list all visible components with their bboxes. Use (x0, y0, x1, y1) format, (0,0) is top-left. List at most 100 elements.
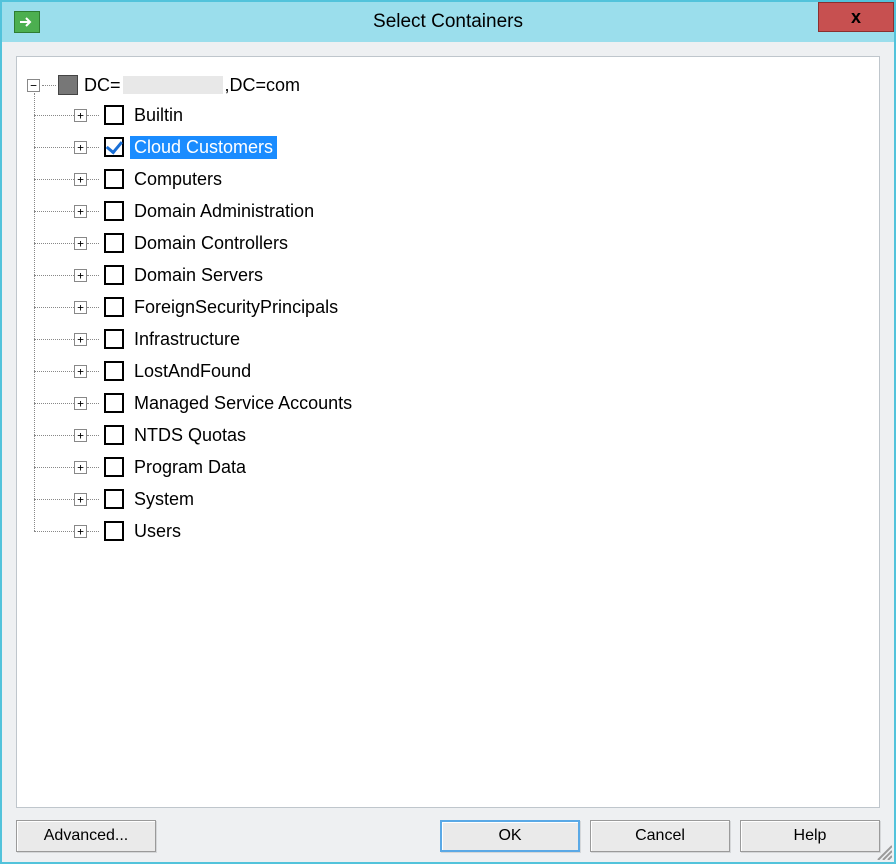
tree-connector (87, 115, 99, 116)
tree-item[interactable]: + Domain Administration (34, 195, 869, 227)
tree-root: − DC= ,DC=com + Builtin + Cloud Customers + C… (27, 71, 869, 547)
tree-item[interactable]: + Users (34, 515, 869, 547)
tree-item[interactable]: + NTDS Quotas (34, 419, 869, 451)
dialog-window: Select Containers x − DC= ,DC=com + Built… (0, 0, 896, 864)
tree-checkbox[interactable] (104, 265, 124, 285)
tree-item[interactable]: + ForeignSecurityPrincipals (34, 291, 869, 323)
tree-item-label[interactable]: Domain Controllers (130, 232, 292, 255)
tree-item-label[interactable]: System (130, 488, 198, 511)
expand-toggle[interactable]: + (74, 205, 87, 218)
tree-connector (87, 403, 99, 404)
tree-panel[interactable]: − DC= ,DC=com + Builtin + Cloud Customers + C… (16, 56, 880, 808)
tree-item-label[interactable]: Domain Administration (130, 200, 318, 223)
tree-item[interactable]: + Computers (34, 163, 869, 195)
tree-checkbox[interactable] (104, 393, 124, 413)
ok-button[interactable]: OK (440, 820, 580, 852)
tree-branch: + (34, 515, 80, 547)
tree-item[interactable]: + System (34, 483, 869, 515)
tree-branch: + (34, 163, 80, 195)
expand-toggle[interactable]: + (74, 525, 87, 538)
expand-toggle[interactable]: + (74, 173, 87, 186)
tree-item-label[interactable]: Computers (130, 168, 226, 191)
tree-connector (87, 339, 99, 340)
tree-item[interactable]: + Program Data (34, 451, 869, 483)
expand-toggle[interactable]: + (74, 141, 87, 154)
tree-branch: + (34, 259, 80, 291)
tree-item[interactable]: + Domain Controllers (34, 227, 869, 259)
tree-checkbox[interactable] (104, 457, 124, 477)
tree-connector (87, 531, 99, 532)
resize-grip[interactable] (874, 842, 892, 860)
tree-branch: + (34, 483, 80, 515)
tree-item-label[interactable]: Builtin (130, 104, 187, 127)
tree-checkbox[interactable] (104, 137, 124, 157)
expand-toggle[interactable]: + (74, 333, 87, 346)
tree-item-label[interactable]: Users (130, 520, 185, 543)
tree-connector (87, 371, 99, 372)
button-row: Advanced... OK Cancel Help (16, 808, 880, 852)
tree-children: + Builtin + Cloud Customers + Computers + Domai… (34, 99, 869, 547)
tree-checkbox[interactable] (104, 329, 124, 349)
tree-connector (87, 307, 99, 308)
root-label-suffix: ,DC=com (225, 75, 301, 96)
tree-item-label[interactable]: LostAndFound (130, 360, 255, 383)
tree-item[interactable]: + Managed Service Accounts (34, 387, 869, 419)
expand-toggle[interactable]: + (74, 301, 87, 314)
tree-item-label[interactable]: Managed Service Accounts (130, 392, 356, 415)
tree-item-label[interactable]: Domain Servers (130, 264, 267, 287)
tree-connector (87, 275, 99, 276)
tree-branch: + (34, 387, 80, 419)
tree-checkbox[interactable] (104, 425, 124, 445)
tree-checkbox[interactable] (104, 297, 124, 317)
root-label[interactable]: DC= ,DC=com (84, 75, 300, 96)
cancel-button[interactable]: Cancel (590, 820, 730, 852)
expand-toggle[interactable]: + (74, 461, 87, 474)
tree-item-label[interactable]: Cloud Customers (130, 136, 277, 159)
tree-item-label[interactable]: Infrastructure (130, 328, 244, 351)
tree-checkbox[interactable] (104, 489, 124, 509)
tree-branch: + (34, 195, 80, 227)
tree-branch: + (34, 355, 80, 387)
help-button[interactable]: Help (740, 820, 880, 852)
tree-connector (87, 499, 99, 500)
tree-checkbox[interactable] (104, 201, 124, 221)
expand-toggle[interactable]: + (74, 493, 87, 506)
tree-branch: + (34, 419, 80, 451)
tree-item[interactable]: + Cloud Customers (34, 131, 869, 163)
tree-item[interactable]: + Builtin (34, 99, 869, 131)
expand-toggle[interactable]: + (74, 429, 87, 442)
expand-toggle[interactable]: + (74, 397, 87, 410)
tree-checkbox[interactable] (104, 521, 124, 541)
expand-toggle[interactable]: + (74, 365, 87, 378)
tree-branch: + (34, 291, 80, 323)
close-button[interactable]: x (818, 2, 894, 32)
root-label-redacted (123, 76, 223, 94)
root-label-prefix: DC= (84, 75, 121, 96)
tree-item-label[interactable]: ForeignSecurityPrincipals (130, 296, 342, 319)
tree-connector (87, 179, 99, 180)
tree-checkbox[interactable] (104, 169, 124, 189)
tree-item-label[interactable]: Program Data (130, 456, 250, 479)
window-title: Select Containers (2, 11, 894, 33)
expand-toggle[interactable]: + (74, 109, 87, 122)
tree-checkbox[interactable] (104, 105, 124, 125)
tree-branch: + (34, 131, 80, 163)
tree-connector (87, 435, 99, 436)
titlebar: Select Containers x (2, 2, 894, 42)
tree-root-row[interactable]: − DC= ,DC=com (27, 71, 869, 99)
tree-checkbox[interactable] (104, 233, 124, 253)
tree-connector (87, 467, 99, 468)
expand-toggle[interactable]: + (74, 237, 87, 250)
tree-checkbox[interactable] (104, 361, 124, 381)
tree-branch: + (34, 451, 80, 483)
tree-item[interactable]: + Infrastructure (34, 323, 869, 355)
root-checkbox-indeterminate[interactable] (58, 75, 78, 95)
advanced-button[interactable]: Advanced... (16, 820, 156, 852)
tree-branch: + (34, 323, 80, 355)
tree-item[interactable]: + Domain Servers (34, 259, 869, 291)
collapse-toggle[interactable]: − (27, 79, 40, 92)
tree-item-label[interactable]: NTDS Quotas (130, 424, 250, 447)
tree-item[interactable]: + LostAndFound (34, 355, 869, 387)
app-icon (14, 11, 40, 33)
expand-toggle[interactable]: + (74, 269, 87, 282)
